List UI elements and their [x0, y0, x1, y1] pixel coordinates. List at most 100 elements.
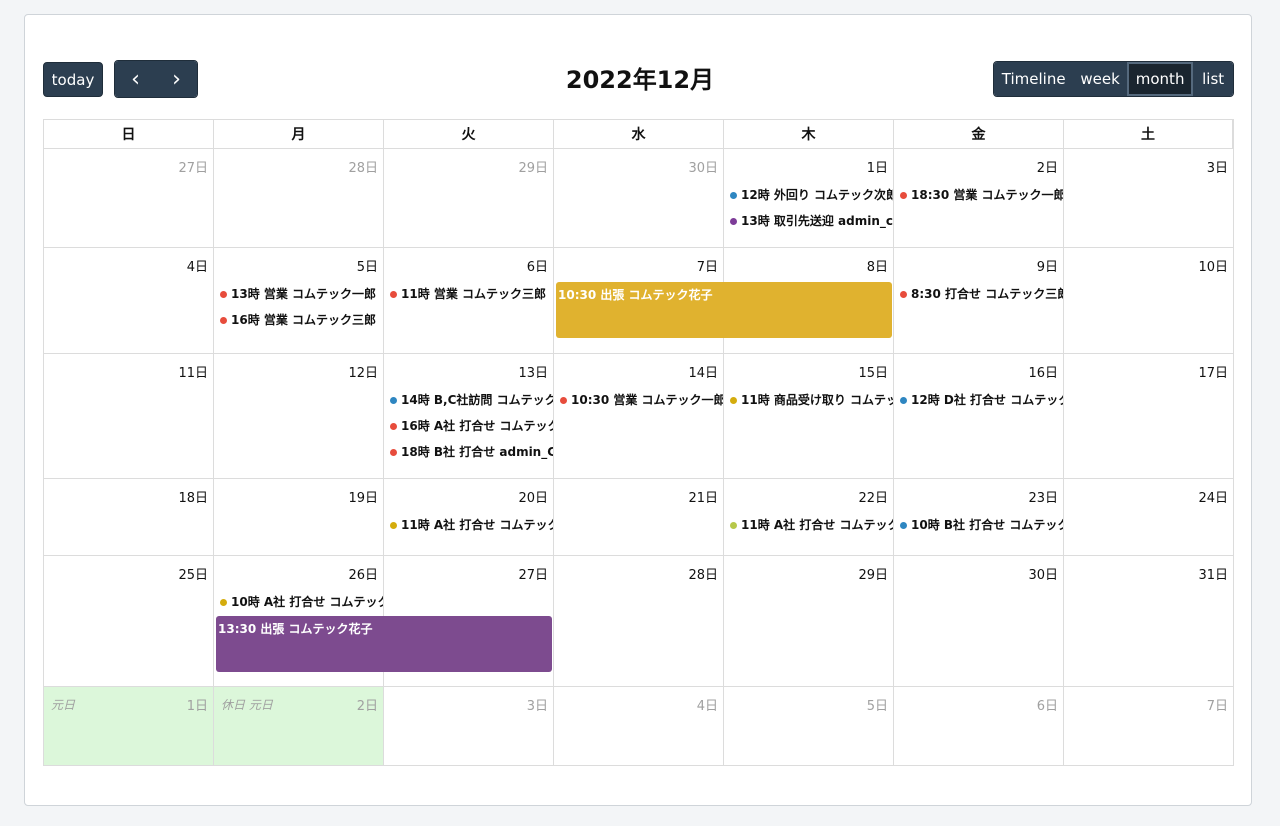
day-number[interactable]: 22日	[858, 487, 888, 506]
day-cell[interactable]: 24日	[1064, 479, 1233, 556]
prev-month-button[interactable]: ‹	[115, 61, 156, 97]
day-cell[interactable]: 16日 12時 D社 打合せ コムテック次郎	[894, 354, 1064, 479]
day-number[interactable]: 26日	[348, 564, 378, 583]
day-cell[interactable]: 4日	[44, 248, 214, 354]
calendar-event[interactable]: 14時 B,C社訪問 コムテック次郎	[388, 390, 553, 410]
view-month-button[interactable]: month	[1126, 62, 1194, 96]
calendar-event[interactable]: 13時 営業 コムテック一郎	[218, 284, 383, 304]
day-number[interactable]: 4日	[697, 695, 718, 714]
day-number[interactable]: 6日	[1037, 695, 1058, 714]
day-cell[interactable]: 19日	[214, 479, 384, 556]
day-number[interactable]: 17日	[1198, 362, 1228, 381]
day-cell[interactable]: 2日 18:30 営業 コムテック一郎	[894, 149, 1064, 248]
day-number[interactable]: 21日	[688, 487, 718, 506]
day-cell[interactable]: 3日	[384, 687, 554, 765]
day-cell[interactable]: 22日 11時 A社 打合せ コムテック花子	[724, 479, 894, 556]
calendar-event[interactable]: 11時 営業 コムテック三郎	[388, 284, 553, 304]
day-number[interactable]: 9日	[1037, 256, 1058, 275]
day-number[interactable]: 16日	[1028, 362, 1058, 381]
day-number[interactable]: 28日	[688, 564, 718, 583]
calendar-event[interactable]: 13時 取引先送迎 admin_comtec	[728, 211, 893, 231]
day-number[interactable]: 8日	[867, 256, 888, 275]
day-cell[interactable]: 28日	[554, 556, 724, 687]
day-number[interactable]: 28日	[348, 157, 378, 176]
day-cell[interactable]: 30日	[554, 149, 724, 248]
multi-day-event[interactable]: 10:30 出張 コムテック花子	[556, 282, 892, 338]
day-cell[interactable]: 13日 14時 B,C社訪問 コムテック次郎 16時 A社 打合せ コムテック一郎 1…	[384, 354, 554, 479]
day-cell[interactable]: 7日	[1064, 687, 1233, 765]
calendar-event[interactable]: 11時 商品受け取り コムテック花子	[728, 390, 893, 410]
day-cell[interactable]: 12日	[214, 354, 384, 479]
view-week-button[interactable]: week	[1073, 62, 1127, 96]
day-number[interactable]: 11日	[178, 362, 208, 381]
day-number[interactable]: 7日	[697, 256, 718, 275]
today-button[interactable]: today	[43, 62, 103, 97]
calendar-event[interactable]: 10時 A社 打合せ コムテック花子	[218, 592, 383, 612]
day-number[interactable]: 10日	[1198, 256, 1228, 275]
day-number[interactable]: 6日	[527, 256, 548, 275]
day-cell[interactable]: 3日	[1064, 149, 1233, 248]
day-number[interactable]: 5日	[867, 695, 888, 714]
view-list-button[interactable]: list	[1193, 62, 1233, 96]
day-cell[interactable]: 1日 元日	[44, 687, 214, 765]
day-number[interactable]: 18日	[178, 487, 208, 506]
day-cell[interactable]: 21日	[554, 479, 724, 556]
day-cell[interactable]: 10日	[1064, 248, 1233, 354]
day-number[interactable]: 2日	[1037, 157, 1058, 176]
day-number[interactable]: 19日	[348, 487, 378, 506]
calendar-event[interactable]: 18時 B社 打合せ admin_Comtec	[388, 442, 553, 462]
day-cell[interactable]: 17日	[1064, 354, 1233, 479]
day-cell[interactable]: 18日	[44, 479, 214, 556]
calendar-event[interactable]: 16時 営業 コムテック三郎	[218, 310, 383, 330]
day-cell[interactable]: 23日 10時 B社 打合せ コムテック次郎	[894, 479, 1064, 556]
day-cell[interactable]: 20日 11時 A社 打合せ コムテック花子	[384, 479, 554, 556]
view-timeline-button[interactable]: Timeline	[994, 62, 1074, 96]
day-cell[interactable]: 29日	[384, 149, 554, 248]
day-cell[interactable]: 25日	[44, 556, 214, 687]
day-number[interactable]: 12日	[348, 362, 378, 381]
multi-day-event[interactable]: 13:30 出張 コムテック花子	[216, 616, 552, 672]
day-number[interactable]: 2日	[357, 695, 378, 714]
day-cell[interactable]: 1日 12時 外回り コムテック次郎 13時 取引先送迎 admin_comtec	[724, 149, 894, 248]
day-cell[interactable]: 11日	[44, 354, 214, 479]
day-cell[interactable]: 5日 13時 営業 コムテック一郎 16時 営業 コムテック三郎	[214, 248, 384, 354]
day-number[interactable]: 1日	[187, 695, 208, 714]
calendar-event[interactable]: 11時 A社 打合せ コムテック花子	[388, 515, 553, 535]
next-month-button[interactable]: ›	[156, 61, 197, 97]
calendar-event[interactable]: 11時 A社 打合せ コムテック花子	[728, 515, 893, 535]
day-cell[interactable]: 31日	[1064, 556, 1233, 687]
calendar-event[interactable]: 10時 B社 打合せ コムテック次郎	[898, 515, 1063, 535]
day-number[interactable]: 1日	[867, 157, 888, 176]
day-cell[interactable]: 9日 8:30 打合せ コムテック三郎	[894, 248, 1064, 354]
day-number[interactable]: 23日	[1028, 487, 1058, 506]
day-number[interactable]: 30日	[688, 157, 718, 176]
day-number[interactable]: 25日	[178, 564, 208, 583]
calendar-event[interactable]: 10:30 営業 コムテック一郎	[558, 390, 723, 410]
calendar-event[interactable]: 8:30 打合せ コムテック三郎	[898, 284, 1063, 304]
day-cell[interactable]: 4日	[554, 687, 724, 765]
day-number[interactable]: 30日	[1028, 564, 1058, 583]
day-number[interactable]: 5日	[357, 256, 378, 275]
day-cell[interactable]: 15日 11時 商品受け取り コムテック花子	[724, 354, 894, 479]
day-number[interactable]: 29日	[518, 157, 548, 176]
day-cell[interactable]: 30日	[894, 556, 1064, 687]
day-cell[interactable]: 14日 10:30 営業 コムテック一郎	[554, 354, 724, 479]
day-cell[interactable]: 5日	[724, 687, 894, 765]
day-number[interactable]: 27日	[178, 157, 208, 176]
day-cell[interactable]: 29日	[724, 556, 894, 687]
day-number[interactable]: 3日	[1207, 157, 1228, 176]
day-number[interactable]: 31日	[1198, 564, 1228, 583]
calendar-event[interactable]: 18:30 営業 コムテック一郎	[898, 185, 1063, 205]
calendar-event[interactable]: 12時 外回り コムテック次郎	[728, 185, 893, 205]
day-number[interactable]: 14日	[688, 362, 718, 381]
day-number[interactable]: 29日	[858, 564, 888, 583]
day-number[interactable]: 13日	[518, 362, 548, 381]
day-cell[interactable]: 6日	[894, 687, 1064, 765]
day-number[interactable]: 15日	[858, 362, 888, 381]
day-number[interactable]: 27日	[518, 564, 548, 583]
day-number[interactable]: 7日	[1207, 695, 1228, 714]
day-cell[interactable]: 2日 休日 元日	[214, 687, 384, 765]
day-number[interactable]: 20日	[518, 487, 548, 506]
day-number[interactable]: 4日	[187, 256, 208, 275]
day-cell[interactable]: 6日 11時 営業 コムテック三郎	[384, 248, 554, 354]
